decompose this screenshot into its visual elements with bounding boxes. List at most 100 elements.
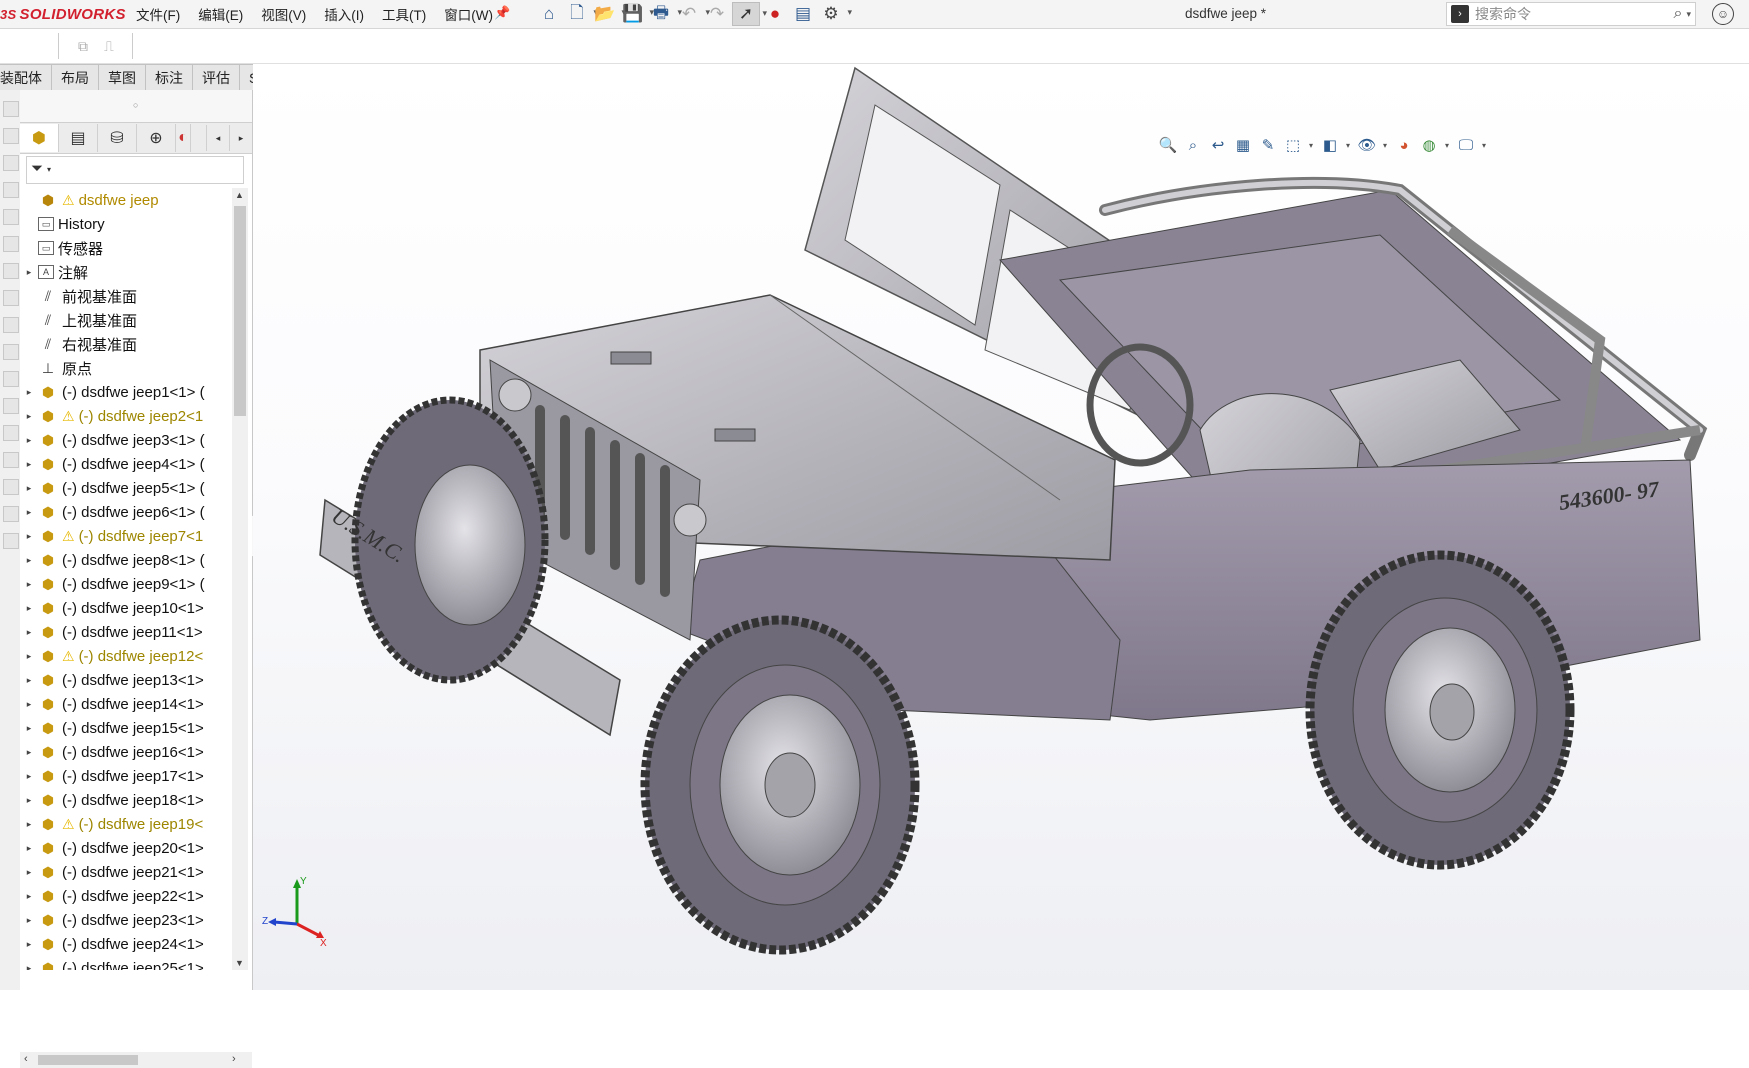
search-input[interactable]: 搜索命令 xyxy=(1475,4,1674,24)
expand-arrow-icon[interactable]: ▸ xyxy=(20,579,38,590)
tree-item[interactable]: ▭ 传感器 xyxy=(20,236,232,260)
strip-icon[interactable] xyxy=(3,452,19,468)
dimxpert-tab-icon[interactable]: ⊕ xyxy=(137,124,176,152)
open-icon[interactable]: 📂 xyxy=(592,2,626,26)
scroll-thumb[interactable] xyxy=(234,206,246,416)
scroll-right-icon[interactable]: › xyxy=(232,1053,236,1065)
expand-arrow-icon[interactable]: ▸ xyxy=(20,699,38,710)
tree-item[interactable]: ▸ A 注解 xyxy=(20,260,232,284)
expand-arrow-icon[interactable]: ▸ xyxy=(20,675,38,686)
tree-vertical-scrollbar[interactable]: ▲ ▼ xyxy=(232,188,248,970)
strip-icon[interactable] xyxy=(3,101,19,117)
tree-component-item[interactable]: ▸ ⬢ (-) dsdfwe jeep3<1> ( xyxy=(20,428,232,452)
tree-item[interactable]: ⊥ 原点 xyxy=(20,356,232,380)
zoom-to-fit-icon[interactable]: 🔍 xyxy=(1157,134,1179,156)
tree-item[interactable]: ⬢ ⚠ dsdfwe jeep xyxy=(20,188,232,212)
tree-filter[interactable]: ⏷ ▾ xyxy=(26,156,244,184)
graphics-area[interactable]: U.S.M.C. 543600- 97 🔍 ⌕ ↩ ▦ ✎ ⬚ ▾ ◧ ▾ 👁 ▾ ◕… xyxy=(253,64,1749,990)
scroll-left-icon[interactable]: ‹ xyxy=(24,1053,28,1065)
expand-arrow-icon[interactable]: ▸ xyxy=(20,435,38,446)
print-icon[interactable]: 🖶 xyxy=(648,2,682,26)
edit-appearance-icon[interactable]: ◕ xyxy=(1393,134,1415,156)
tree-component-item[interactable]: ▸ ⬢ (-) dsdfwe jeep20<1> xyxy=(20,836,232,860)
display-style-icon[interactable]: ◧ xyxy=(1319,134,1341,156)
file-properties-icon[interactable]: ▤ xyxy=(790,2,816,26)
expand-arrow-icon[interactable]: ▸ xyxy=(20,507,38,518)
scroll-left-icon[interactable]: ◂ xyxy=(206,125,229,151)
expand-arrow-icon[interactable]: ▸ xyxy=(20,411,38,422)
drag-handle-icon[interactable]: ○ xyxy=(133,100,138,110)
new-document-icon[interactable]: 🗋 xyxy=(564,2,598,26)
expand-arrow-icon[interactable]: ▸ xyxy=(20,771,38,782)
expand-arrow-icon[interactable]: ▸ xyxy=(20,747,38,758)
tree-component-item[interactable]: ▸ ⬢ (-) dsdfwe jeep10<1> xyxy=(20,596,232,620)
expand-arrow-icon[interactable]: ▸ xyxy=(20,387,38,398)
chevron-down-icon[interactable]: ▾ xyxy=(1381,134,1389,156)
expand-arrow-icon[interactable]: ▸ xyxy=(20,627,38,638)
expand-arrow-icon[interactable]: ▸ xyxy=(20,867,38,878)
tree-component-item[interactable]: ▸ ⬢ ⚠ (-) dsdfwe jeep19< xyxy=(20,812,232,836)
pin-icon[interactable]: 📌 xyxy=(494,5,510,21)
strip-icon[interactable] xyxy=(3,533,19,549)
expand-arrow-icon[interactable]: ▸ xyxy=(20,939,38,950)
tree-horizontal-scrollbar[interactable]: ‹ › xyxy=(20,1052,252,1068)
view-orientation-icon[interactable]: ⬚ xyxy=(1282,134,1304,156)
home-icon[interactable]: ⌂ xyxy=(536,2,562,26)
strip-icon[interactable] xyxy=(3,155,19,171)
jeep-model[interactable]: U.S.M.C. 543600- 97 xyxy=(253,64,1749,990)
tree-item[interactable]: ⫽ 上视基准面 xyxy=(20,308,232,332)
strip-icon[interactable] xyxy=(3,317,19,333)
tree-component-item[interactable]: ▸ ⬢ (-) dsdfwe jeep16<1> xyxy=(20,740,232,764)
command-tab[interactable]: 装配体 xyxy=(0,64,52,91)
section-view-icon[interactable]: ▦ xyxy=(1232,134,1254,156)
menu-item[interactable]: 插入(I) xyxy=(324,4,364,24)
tree-component-item[interactable]: ▸ ⬢ (-) dsdfwe jeep5<1> ( xyxy=(20,476,232,500)
tree-component-item[interactable]: ▸ ⬢ (-) dsdfwe jeep21<1> xyxy=(20,860,232,884)
tree-component-item[interactable]: ▸ ⬢ (-) dsdfwe jeep14<1> xyxy=(20,692,232,716)
tree-component-item[interactable]: ▸ ⬢ ⚠ (-) dsdfwe jeep12< xyxy=(20,644,232,668)
tree-component-item[interactable]: ▸ ⬢ (-) dsdfwe jeep11<1> xyxy=(20,620,232,644)
select-icon[interactable]: ➚ xyxy=(732,2,767,26)
dynamic-annotation-icon[interactable]: ✎ xyxy=(1257,134,1279,156)
component-icon[interactable]: ⧉ xyxy=(78,38,88,55)
expand-arrow-icon[interactable]: ▸ xyxy=(20,555,38,566)
chevron-down-icon[interactable]: ▾ xyxy=(1443,134,1451,156)
expand-arrow-icon[interactable]: ▸ xyxy=(20,459,38,470)
scroll-down-icon[interactable]: ▼ xyxy=(235,958,244,968)
tree-component-item[interactable]: ▸ ⬢ (-) dsdfwe jeep4<1> ( xyxy=(20,452,232,476)
expand-arrow-icon[interactable]: ▸ xyxy=(20,483,38,494)
strip-icon[interactable] xyxy=(3,236,19,252)
strip-icon[interactable] xyxy=(3,398,19,414)
tree-component-item[interactable]: ▸ ⬢ ⚠ (-) dsdfwe jeep2<1 xyxy=(20,404,232,428)
command-tab[interactable]: 标注 xyxy=(146,64,193,91)
menu-item[interactable]: 窗口(W) xyxy=(444,4,493,24)
strip-icon[interactable] xyxy=(3,128,19,144)
menu-item[interactable]: 文件(F) xyxy=(136,4,180,24)
strip-icon[interactable] xyxy=(3,263,19,279)
feature-manager-tab-icon[interactable]: ⬢ xyxy=(20,124,59,152)
tree-item[interactable]: ▭ History xyxy=(20,212,232,236)
expand-arrow-icon[interactable]: ▸ xyxy=(20,819,38,830)
tree-item[interactable]: ⫽ 前视基准面 xyxy=(20,284,232,308)
tree-component-item[interactable]: ▸ ⬢ (-) dsdfwe jeep13<1> xyxy=(20,668,232,692)
strip-icon[interactable] xyxy=(3,344,19,360)
save-icon[interactable]: 💾 xyxy=(620,2,654,26)
redo-icon[interactable]: ↷ xyxy=(704,2,738,26)
command-tab[interactable]: 布局 xyxy=(52,64,99,91)
command-tab[interactable]: 评估 xyxy=(193,64,240,91)
tree-component-item[interactable]: ▸ ⬢ (-) dsdfwe jeep6<1> ( xyxy=(20,500,232,524)
expand-arrow-icon[interactable]: ▸ xyxy=(20,267,38,278)
undo-icon[interactable]: ↶ xyxy=(676,2,710,26)
options-icon[interactable]: ⚙ xyxy=(818,2,852,26)
apply-scene-icon[interactable]: ◍ xyxy=(1418,134,1440,156)
hide-show-items-icon[interactable]: 👁 xyxy=(1356,134,1378,156)
expand-arrow-icon[interactable]: ▸ xyxy=(20,891,38,902)
zoom-to-area-icon[interactable]: ⌕ xyxy=(1182,134,1204,156)
tree-component-item[interactable]: ▸ ⬢ (-) dsdfwe jeep24<1> xyxy=(20,932,232,956)
expand-arrow-icon[interactable]: ▸ xyxy=(20,915,38,926)
menu-item[interactable]: 工具(T) xyxy=(382,4,426,24)
search-commands-box[interactable]: › 搜索命令 ⌕ ▾ xyxy=(1446,2,1696,26)
previous-view-icon[interactable]: ↩ xyxy=(1207,134,1229,156)
tree-component-item[interactable]: ▸ ⬢ (-) dsdfwe jeep15<1> xyxy=(20,716,232,740)
display-manager-tab-icon[interactable]: ◐ xyxy=(176,124,191,152)
